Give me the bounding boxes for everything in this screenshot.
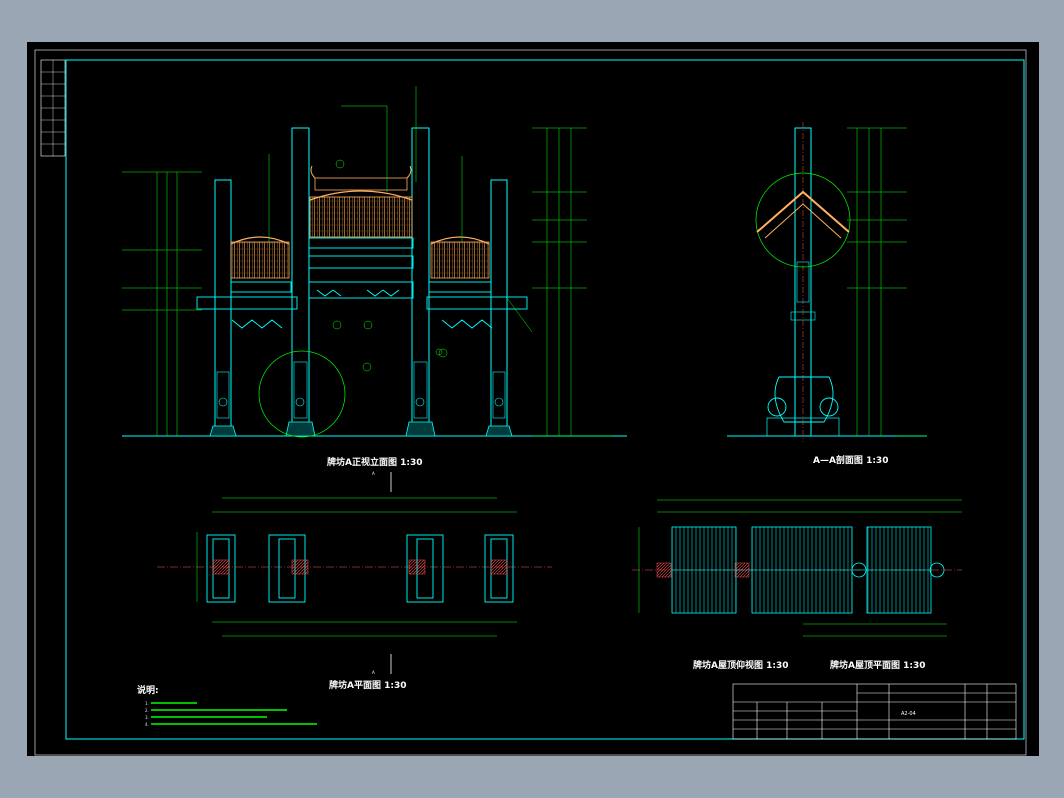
section-mark-bottom: A — [372, 670, 375, 675]
plan-view — [157, 472, 552, 674]
note-item: 4. — [145, 722, 149, 727]
sheet-number: A2-04 — [901, 711, 916, 717]
note-item: 2. — [145, 708, 149, 713]
plan-title: 牌坊A平面图 1:30 — [329, 679, 407, 691]
section-aa — [727, 122, 927, 442]
outer-frame — [34, 49, 1027, 756]
section-mark-top: A — [372, 471, 375, 476]
title-block — [732, 683, 1017, 740]
binding-strip — [40, 59, 66, 157]
section-aa-title: A—A剖面图 1:30 — [813, 454, 888, 466]
drawing-sheet: 牌坊A正视立面图 1:30 A—A剖面图 1:30 A A 牌坊A平面图 1:3… — [27, 42, 1039, 756]
roof-bottom-title: 牌坊A屋顶仰视图 1:30 — [693, 659, 789, 671]
roof-views — [632, 499, 962, 637]
roof-plan-title: 牌坊A屋顶平面图 1:30 — [830, 659, 926, 671]
notes-heading: 说明: — [137, 684, 159, 696]
note-item: 1. — [145, 701, 149, 706]
note-item: 3. — [145, 715, 149, 720]
notes-block: 说明: 1. 2. 3. 4. — [137, 684, 317, 727]
front-elevation — [122, 86, 627, 438]
front-elevation-title: 牌坊A正视立面图 1:30 — [327, 456, 423, 468]
drawing-frame — [65, 59, 1025, 740]
